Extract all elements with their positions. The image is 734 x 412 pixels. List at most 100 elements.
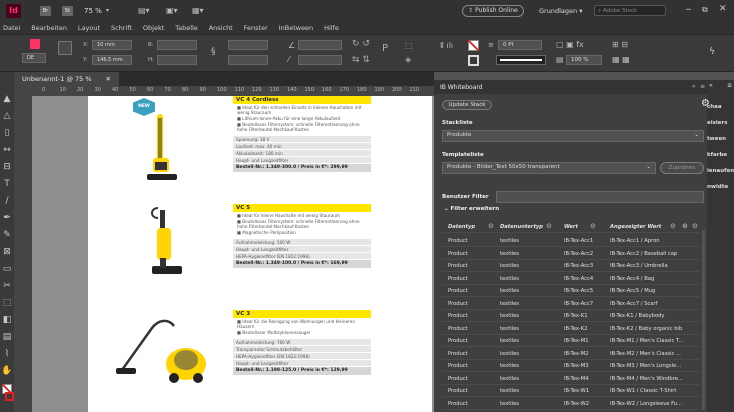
table-row[interactable]: Product textiles IB-Tex-M3 IB-Tex-M3 / Men'… [442, 361, 700, 372]
gap-tool-icon[interactable]: ↔ [0, 141, 14, 158]
select-content-icon[interactable]: ◈ [405, 55, 411, 64]
pencil-tool-icon[interactable]: ✎ [0, 226, 14, 243]
panel-title[interactable]: IB Whiteboard [440, 84, 483, 91]
zoom-level[interactable]: 75 % [84, 7, 102, 15]
filter-input[interactable] [496, 191, 704, 203]
hand-tool-icon[interactable]: ✋ [0, 362, 14, 379]
table-row[interactable]: Product textiles IB-Tex-Acc7 IB-Tex-Acc7 / … [442, 299, 700, 310]
language-dropdown[interactable]: DE [22, 53, 46, 63]
frame-fitting-icon[interactable]: ▢ ▣ fx [556, 40, 584, 49]
table-row[interactable]: Product textiles IB-Tex-W1 IB-Tex-W1 / Clas… [442, 386, 700, 397]
stacklist-dropdown[interactable]: Produkte ⌄ [442, 130, 704, 142]
selection-tool-icon[interactable]: ▲ [0, 90, 14, 107]
column-header[interactable]: Datentyp [448, 224, 475, 230]
sort-icon[interactable]: ⊝ [546, 222, 552, 230]
table-row[interactable]: Product textiles IB-Tex-K2 IB-Tex-K2 / Baby… [442, 324, 700, 335]
menu-datei[interactable]: Datei [3, 24, 20, 32]
menu-hilfe[interactable]: Hilfe [324, 24, 339, 32]
direct-selection-tool-icon[interactable]: △ [0, 107, 14, 124]
side-panel-verknuepfungen[interactable]: kfarbe [707, 152, 727, 158]
table-row[interactable]: Product textiles IB-Tex-M4 IB-Tex-M4 / Men'… [442, 374, 700, 385]
update-stack-button[interactable]: Update Stack [442, 100, 492, 110]
table-row[interactable]: Product textiles IB-Tex-Acc5 IB-Tex-Acc5 / … [442, 286, 700, 297]
scissors-tool-icon[interactable]: ✂ [0, 277, 14, 294]
stroke-weight-field[interactable]: 0 Pt [498, 40, 542, 50]
side-panel-ebenen[interactable]: tween [707, 136, 726, 142]
panel-menu-icon[interactable]: ≡ [700, 83, 705, 90]
panel-collapse-icon[interactable]: » [692, 83, 696, 90]
gear-icon[interactable]: ⚙ [701, 98, 710, 109]
rotate-cw-icon[interactable]: ↻ ↺ [352, 39, 370, 49]
shear-field[interactable] [298, 55, 342, 65]
column-header[interactable]: Datenuntertyp [500, 224, 543, 230]
scale-y-field[interactable] [228, 55, 268, 65]
table-row[interactable]: Product textiles IB-Tex-M1 IB-Tex-M1 / Men'… [442, 336, 700, 347]
rectangle-tool-icon[interactable]: ▭ [0, 260, 14, 277]
page-tool-icon[interactable]: ▯ [0, 124, 14, 141]
bridge-button[interactable]: Br [40, 6, 51, 16]
side-panel-textrahmen[interactable]: ienaufen [707, 168, 734, 174]
flip-vertical-icon[interactable]: ⇆ ⇅ [352, 55, 370, 65]
table-row[interactable]: Product textiles IB-Tex-Acc4 IB-Tex-Acc4 / … [442, 274, 700, 285]
distribute-icon[interactable]: ▦ ▦ [612, 55, 630, 64]
zuordnen-button[interactable]: Zuordnen [660, 162, 704, 174]
width-field[interactable] [157, 40, 197, 50]
menu-tabelle[interactable]: Tabelle [175, 24, 198, 32]
menu-inbetween[interactable]: InBetween [279, 24, 313, 32]
stroke-swatch[interactable] [468, 55, 479, 66]
document-tab[interactable]: Unbenannt-1 @ 75 % ✕ [14, 72, 119, 86]
scale-x-field[interactable] [228, 40, 268, 50]
table-row[interactable]: Product textiles IB-Tex-Acc3 IB-Tex-Acc3 / … [442, 261, 700, 272]
opacity-field[interactable]: 100 % [566, 55, 602, 65]
height-field[interactable] [157, 55, 197, 65]
gradient-tool-icon[interactable]: ◧ [0, 311, 14, 328]
product-block[interactable]: VC 4 Cordless ■ Ideal für den schnellen E… [233, 96, 371, 172]
sort-icon[interactable]: ⊝ [670, 222, 676, 230]
workspace-switcher[interactable]: Grundlagen ▾ [539, 7, 582, 15]
note-tool-icon[interactable]: ▤ [0, 328, 14, 345]
swap-stroke-icon[interactable] [5, 392, 14, 401]
product-block[interactable]: VC 5 ■ Ideal für kleine Haushalte mit wen… [233, 204, 371, 268]
pen-tool-icon[interactable]: ✒ [0, 209, 14, 226]
effects-icon[interactable]: ▤ [556, 55, 564, 64]
table-row[interactable]: Product textiles IB-Tex-W2 IB-Tex-W2 / Long… [442, 399, 700, 410]
table-row[interactable]: Product textiles IB-Tex-Acc1 IB-Tex-Acc1 / … [442, 236, 700, 247]
x-field[interactable]: 10 mm [92, 40, 132, 50]
panel-collapse-icon[interactable]: « [709, 82, 713, 89]
product-block[interactable]: VC 3 ■ Ideal für die Reinigung von Wohnun… [233, 310, 371, 375]
free-transform-tool-icon[interactable]: ⬚ [0, 294, 14, 311]
tab-close-icon[interactable]: ✕ [106, 75, 111, 83]
filter-icon[interactable]: ⊛ [682, 222, 688, 230]
flip-icon[interactable]: P [382, 43, 388, 54]
table-row[interactable]: Product textiles IB-Tex-Acc2 IB-Tex-Acc2 / … [442, 249, 700, 260]
menu-ansicht[interactable]: Ansicht [209, 24, 233, 32]
reference-point-icon[interactable] [30, 39, 40, 49]
column-header[interactable]: Angezeigter Wert [610, 224, 661, 230]
publish-online-button[interactable]: ⇪ Publish Online [462, 5, 524, 17]
zoom-dropdown-icon[interactable]: ▾ [106, 7, 109, 14]
stock-button[interactable]: St [62, 6, 73, 16]
proxy-icon[interactable] [58, 41, 72, 55]
content-collector-icon[interactable]: ⊟ [0, 158, 14, 175]
panel-menu-icon[interactable]: ≡ [727, 82, 732, 89]
select-container-icon[interactable]: ⬚ [405, 41, 413, 50]
menu-bearbeiten[interactable]: Bearbeiten [31, 24, 67, 32]
menu-schrift[interactable]: Schrift [111, 24, 132, 32]
menu-fenster[interactable]: Fenster [244, 24, 268, 32]
stroke-icon[interactable]: ≡ [488, 41, 494, 49]
align-icon[interactable]: ⊞ ⊟ [612, 40, 628, 49]
table-row[interactable]: Product textiles IB-Tex-K1 IB-Tex-K1 / Baby… [442, 311, 700, 322]
lightning-icon[interactable]: ϟ [709, 47, 715, 57]
close-button[interactable]: ✕ [719, 4, 727, 14]
panel-scrollbar[interactable] [702, 230, 705, 410]
side-panel-eigenschaften[interactable]: eisiers [707, 120, 728, 126]
rotate-field[interactable] [298, 40, 342, 50]
search-field[interactable]: ⌕ Adobe Stock [594, 5, 666, 16]
maximize-button[interactable]: ⧉ [702, 5, 708, 15]
column-header[interactable]: Wert [564, 224, 578, 230]
table-row[interactable]: Product textiles IB-Tex-M2 IB-Tex-M2 / Men'… [442, 349, 700, 360]
side-panel-farbfelder[interactable]: nwidte [707, 184, 728, 190]
y-field[interactable]: 146,5 mm [92, 55, 132, 65]
view-options-icon[interactable]: ▤▾ [138, 6, 150, 15]
constrain-icon[interactable]: § [211, 47, 216, 57]
